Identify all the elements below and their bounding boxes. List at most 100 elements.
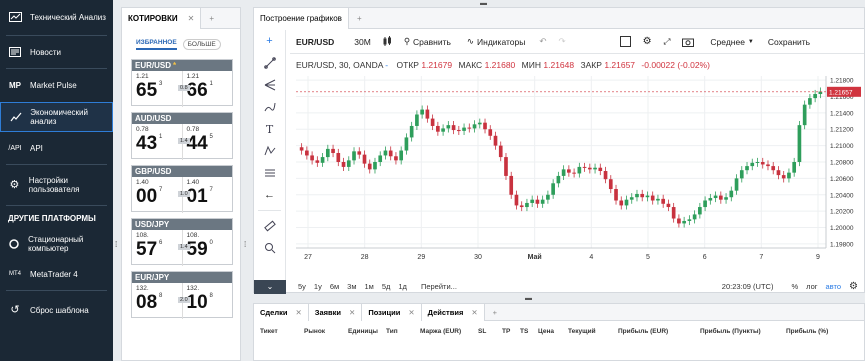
quotes-resize-handle[interactable]: ⁞: [244, 240, 246, 249]
column-header[interactable]: Единицы: [348, 328, 386, 335]
ask-price[interactable]: 132. 10 8: [183, 283, 233, 319]
column-header[interactable]: Прибыль (%): [786, 328, 828, 335]
ask-price[interactable]: 0.78 44 5: [183, 124, 233, 160]
sidebar-item-economic-analysis[interactable]: Экономический анализ: [0, 102, 113, 132]
close-icon[interactable]: ✕: [188, 14, 195, 23]
trendline-icon[interactable]: [254, 52, 285, 74]
timeframe-button[interactable]: 1y: [314, 282, 322, 291]
collapse-tools-icon[interactable]: ⌄: [254, 280, 286, 294]
add-tab-button[interactable]: +: [349, 14, 370, 23]
pitchfork-icon[interactable]: [254, 74, 285, 96]
brush-icon[interactable]: [254, 96, 285, 118]
price-type-dropdown[interactable]: Среднее ▼: [710, 37, 753, 47]
ask-price[interactable]: 1.40 01 7: [183, 177, 233, 213]
sidebar-item-reset-template[interactable]: ↺ Сброс шаблона: [0, 295, 113, 325]
add-tab-button[interactable]: +: [201, 14, 222, 23]
add-tab-button[interactable]: +: [485, 308, 505, 317]
bid-price[interactable]: 0.78 43 1: [132, 124, 183, 160]
undo-icon[interactable]: ↶: [539, 36, 546, 47]
sidebar-item-user-settings[interactable]: ⚙ Настройки пользователя: [0, 168, 113, 202]
tab-trading[interactable]: Сделки ✕: [254, 303, 309, 321]
sidebar-item-news[interactable]: Новости: [0, 39, 113, 65]
tab-quotes[interactable]: КОТИРОВКИ ✕: [122, 7, 202, 29]
timeframe-button[interactable]: 1м: [365, 282, 374, 291]
quote-card[interactable]: EUR/JPY 132. 08 8 132. 10 8 2.0: [131, 271, 233, 319]
sidebar-item-metatrader[interactable]: MT4 MetaTrader 4: [0, 261, 113, 287]
quote-card[interactable]: USD/JPY 108. 57 6 108. 59 0 1.4: [131, 218, 233, 266]
redo-icon[interactable]: ↷: [559, 36, 566, 47]
quote-card[interactable]: AUD/USD 0.78 43 1 0.78 44 5 1.4: [131, 112, 233, 160]
tab-trading[interactable]: Действия ✕: [421, 303, 485, 321]
text-icon[interactable]: T: [254, 118, 285, 140]
candle-body: [409, 125, 414, 138]
quote-card[interactable]: GBP/USD 1.40 00 7 1.40 01 7 1.0: [131, 165, 233, 213]
panel-resize-handle[interactable]: ▬: [525, 295, 532, 302]
chart-settings-icon[interactable]: ⚙: [849, 281, 858, 292]
column-header[interactable]: TS: [520, 328, 538, 335]
sidebar-item-desktop[interactable]: Стационарный компьютер: [0, 227, 113, 261]
column-header[interactable]: Тикет: [260, 328, 304, 335]
tab-favorites[interactable]: ИЗБРАННОЕ: [136, 39, 177, 50]
ruler-icon[interactable]: [254, 215, 285, 237]
close-icon[interactable]: ✕: [349, 308, 355, 317]
column-header[interactable]: Маржа (EUR): [420, 328, 478, 335]
ask-price[interactable]: 108. 59 0: [183, 230, 233, 266]
save-button[interactable]: Сохранить: [768, 37, 810, 47]
expand-icon[interactable]: ⤢: [664, 36, 671, 47]
fib-icon[interactable]: [254, 162, 285, 184]
column-header[interactable]: Тип: [386, 328, 420, 335]
zoom-icon[interactable]: [254, 237, 285, 259]
bid-price[interactable]: 1.21 65 3: [132, 71, 183, 107]
ask-price[interactable]: 1.21 66 1: [183, 71, 233, 107]
candle-body: [561, 169, 566, 176]
sidebar-item-market-pulse[interactable]: MP Market Pulse: [0, 72, 113, 98]
price-chart[interactable]: 27 28 29 30 Май 4 5 6 7 91.218001.216001.214001.2…: [290, 72, 865, 272]
candle-type-icon[interactable]: [383, 36, 392, 47]
x-tick-label: 28: [361, 254, 369, 261]
pattern-icon[interactable]: [254, 140, 285, 162]
sidebar-item-technical-analysis[interactable]: Технический Анализ: [0, 2, 113, 32]
column-header[interactable]: SL: [478, 328, 502, 335]
camera-icon[interactable]: [682, 37, 695, 47]
bid-price[interactable]: 108. 57 6: [132, 230, 183, 266]
settings-icon[interactable]: ⚙: [643, 36, 652, 47]
column-header[interactable]: Прибыль (EUR): [618, 328, 700, 335]
column-header[interactable]: Цена: [538, 328, 568, 335]
quote-card[interactable]: EUR/USD * 1.21 65 3 1.21 66 1 0.8: [131, 59, 233, 107]
timeframe-button[interactable]: 6м: [330, 282, 339, 291]
sidebar-item-api[interactable]: /API API: [0, 135, 113, 161]
goto-button[interactable]: Перейти...: [421, 282, 457, 291]
timeframe-button[interactable]: 1д: [398, 282, 407, 291]
column-header[interactable]: Прибыль (Пункты): [700, 328, 786, 335]
arrow-left-icon[interactable]: ←: [254, 184, 285, 206]
sidebar-resize-handle[interactable]: ⁞: [115, 240, 117, 249]
auto-toggle[interactable]: авто: [826, 282, 842, 291]
column-header[interactable]: Рынок: [304, 328, 348, 335]
indicators-button[interactable]: ∿ Индикаторы: [467, 36, 525, 47]
crosshair-icon[interactable]: +: [254, 30, 285, 52]
timeframe-button[interactable]: 5д: [382, 282, 391, 291]
compare-button[interactable]: ⚲ Сравнить: [404, 36, 451, 47]
column-header[interactable]: Текущий: [568, 328, 618, 335]
trading-panel: Сделки ✕ Заявки ✕ Позиции ✕ Действия ✕ + Тикет Ры…: [253, 303, 865, 361]
bid-price[interactable]: 132. 08 8: [132, 283, 183, 319]
tab-more[interactable]: БОЛЬШЕ: [182, 38, 221, 50]
trading-tabbar: Сделки ✕ Заявки ✕ Позиции ✕ Действия ✕ +: [254, 303, 864, 321]
bid-price[interactable]: 1.40 00 7: [132, 177, 183, 213]
panel-resize-handle-top[interactable]: ▬: [480, 0, 487, 7]
close-icon[interactable]: ✕: [471, 308, 477, 317]
interval-selector[interactable]: 30M: [354, 37, 371, 47]
percent-toggle[interactable]: %: [791, 282, 798, 291]
fullscreen-box-icon[interactable]: [619, 36, 631, 47]
indicators-label: Индикаторы: [477, 36, 526, 47]
close-icon[interactable]: ✕: [295, 308, 301, 317]
tab-charting[interactable]: Построение графиков: [254, 7, 349, 29]
tab-trading[interactable]: Позиции ✕: [362, 303, 422, 321]
symbol-selector[interactable]: EUR/USD: [296, 37, 334, 47]
timeframe-button[interactable]: 3м: [347, 282, 356, 291]
tab-trading[interactable]: Заявки ✕: [308, 303, 363, 321]
timeframe-button[interactable]: 5y: [298, 282, 306, 291]
close-icon[interactable]: ✕: [408, 308, 414, 317]
log-toggle[interactable]: лог: [806, 282, 817, 291]
column-header[interactable]: TP: [502, 328, 520, 335]
